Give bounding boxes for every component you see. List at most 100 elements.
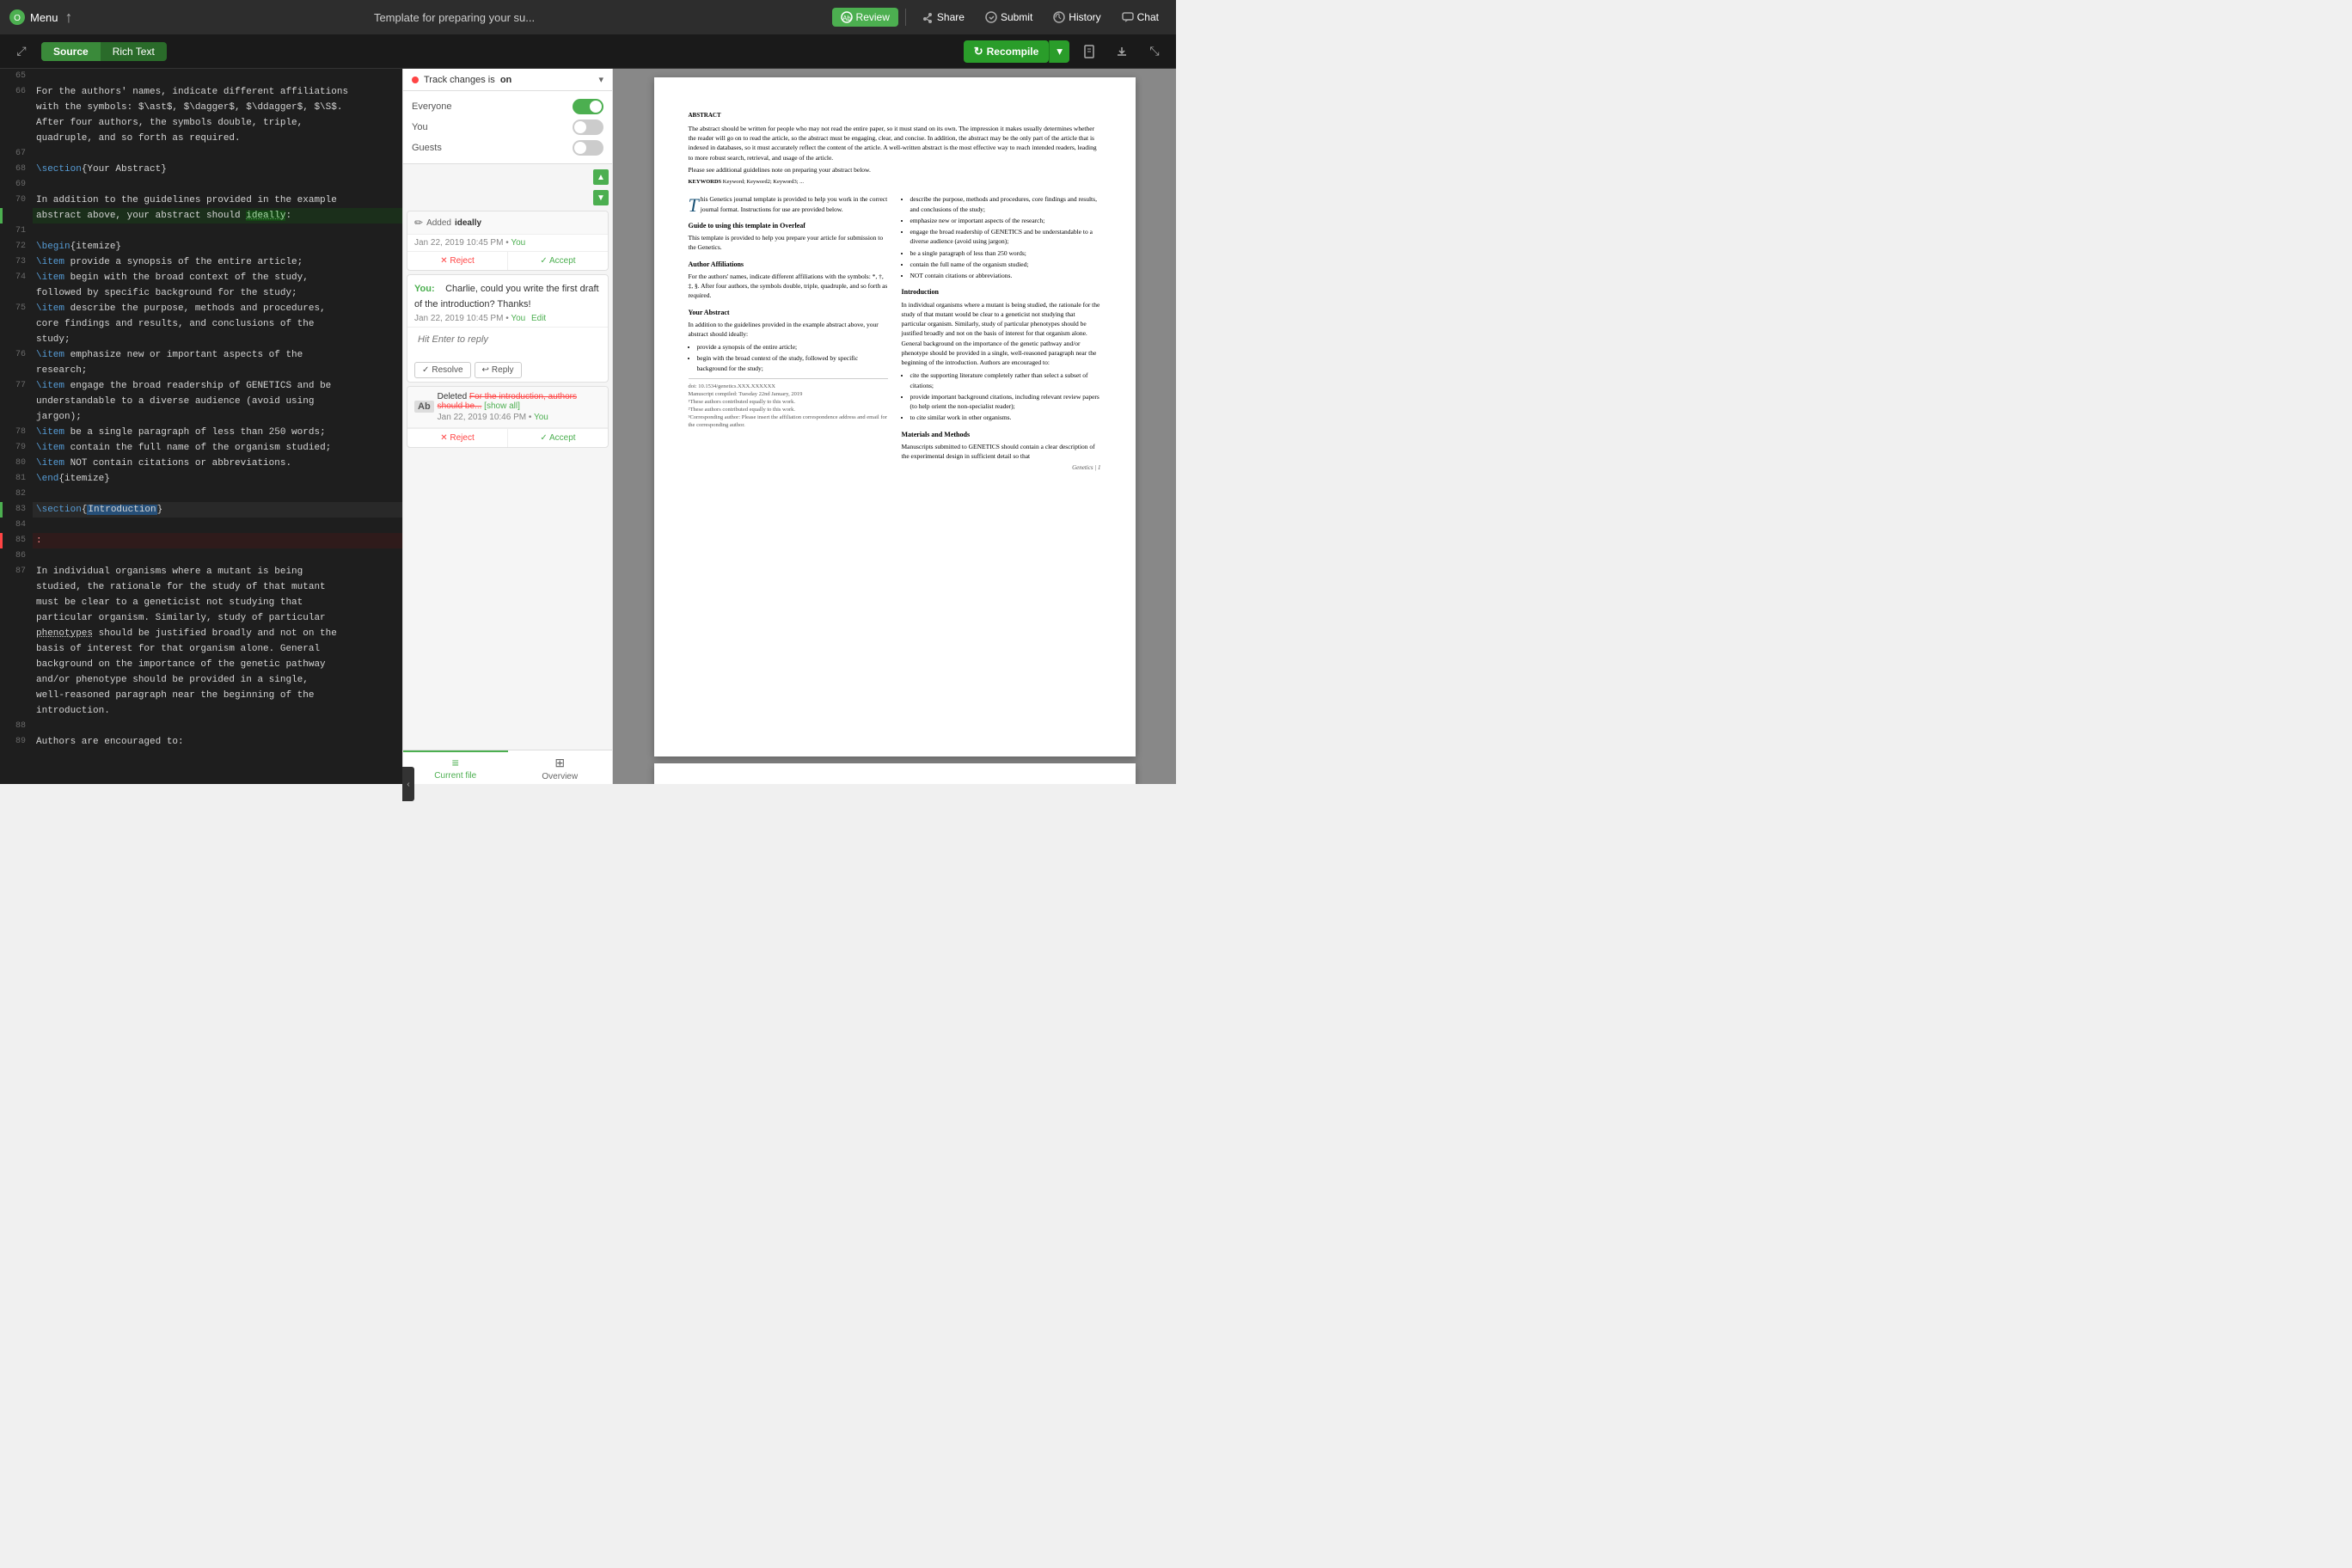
recompile-dropdown[interactable]: ▾ [1049, 40, 1069, 63]
line-row: particular organism. Similarly, study of… [0, 610, 402, 626]
line-row: jargon); [0, 409, 402, 425]
line-row: 66 For the authors' names, indicate diff… [0, 84, 402, 100]
line-row: 82 [0, 487, 402, 502]
reject-button[interactable]: ✕ Reject [407, 252, 508, 270]
bullet-item: provide important background citations, … [910, 392, 1101, 412]
line-row: abstract above, your abstract should ide… [0, 208, 402, 224]
current-file-tab[interactable]: ≡ Current file [403, 750, 508, 784]
keywords: KEYWORDS Keyword; Keyword2; Keyword3; ..… [689, 178, 1101, 186]
everyone-toggle[interactable] [573, 99, 603, 114]
pdf-page-2: the experimental analysis could be repea… [654, 763, 1136, 784]
download-btn[interactable] [1109, 39, 1135, 64]
line-row: and/or phenotype should be provided in a… [0, 672, 402, 688]
resolve-button[interactable]: ✓ Resolve [414, 362, 471, 378]
line-row: 73 \item provide a synopsis of the entir… [0, 254, 402, 270]
reject-deleted-button[interactable]: ✕ Reject [407, 429, 508, 447]
line-row: 77 \item engage the broad readership of … [0, 378, 402, 394]
collapse-right-btn[interactable]: ⤡ [1142, 39, 1167, 64]
chat-button[interactable]: Chat [1113, 8, 1167, 27]
line-row: 84 [0, 518, 402, 533]
line-row: 86 [0, 548, 402, 564]
materials-text: Manuscripts submitted to GENETICS should… [902, 442, 1101, 462]
track-dropdown[interactable]: ▾ [598, 74, 603, 85]
your-abstract-text: In addition to the guidelines provided i… [689, 320, 888, 340]
track-status-dot [412, 77, 419, 83]
menu-button[interactable]: O Menu [9, 9, 58, 26]
reply-input[interactable] [414, 331, 601, 358]
share-button[interactable]: Share [913, 8, 973, 27]
please-text: Please see additional guidelines note on… [689, 166, 1101, 175]
change-meta: Jan 22, 2019 10:45 PM • You [407, 235, 608, 251]
pdf-intro-text: This Genetics journal template is provid… [689, 194, 888, 214]
nav-up-arrow[interactable]: ▲ [593, 169, 609, 185]
menu-label: Menu [30, 11, 58, 24]
line-row: After four authors, the symbols double, … [0, 115, 402, 131]
topbar-actions: Ab Review Share Submit History Chat [832, 8, 1167, 27]
history-button[interactable]: History [1044, 8, 1109, 27]
intro-head: Introduction [902, 287, 1101, 297]
pdf-page-1: ABSTRACT The abstract should be written … [654, 77, 1136, 756]
pdf-left-col: This Genetics journal template is provid… [689, 194, 888, 473]
deleted-meta: Jan 22, 2019 10:46 PM • You [438, 413, 601, 422]
fullscreen-toggle[interactable]: ⤢ [9, 39, 34, 64]
accept-deleted-button[interactable]: ✓ Accept [508, 429, 608, 447]
back-button[interactable]: ↑ [65, 9, 73, 27]
source-tab[interactable]: Source [41, 42, 101, 61]
line-row: followed by specific background for the … [0, 285, 402, 301]
author-aff-head: Author Affiliations [689, 260, 888, 269]
line-row: 79 \item contain the full name of the or… [0, 440, 402, 456]
line-row: 68 \section{Your Abstract} [0, 162, 402, 177]
author-aff-text: For the authors' names, indicate differe… [689, 272, 888, 301]
left-expand-button[interactable]: ‹ [402, 767, 414, 801]
line-row: with the symbols: $\ast$, $\dagger$, $\d… [0, 100, 402, 115]
reply-actions: ✓ Resolve ↩ Reply [414, 362, 601, 378]
bullet-item: contain the full name of the organism st… [910, 260, 1101, 269]
abstract-label: ABSTRACT [689, 112, 1101, 120]
middle-scroll[interactable]: ▲ ▼ ✏ Added ideally Jan 22, 2019 10:45 P… [403, 164, 612, 750]
deleted-actions: ✕ Reject ✓ Accept [407, 428, 608, 447]
guests-toggle[interactable] [573, 140, 603, 156]
comment-author: You: [414, 284, 435, 294]
middle-bottom-tabs: ≡ Current file ⊞ Overview [403, 750, 612, 784]
divider [905, 9, 906, 26]
page-title: Template for preparing your su... [84, 11, 825, 24]
topbar: O Menu ↑ Template for preparing your su.… [0, 0, 1176, 34]
deleted-icon: Ab [414, 401, 434, 413]
nav-down-arrow[interactable]: ▼ [593, 190, 609, 205]
bullet-item: engage the broad readership of GENETICS … [910, 227, 1101, 247]
line-row: background on the importance of the gene… [0, 657, 402, 672]
bullet-item: provide a synopsis of the entire article… [697, 342, 888, 352]
line-row: basis of interest for that organism alon… [0, 641, 402, 657]
you-toggle[interactable] [573, 119, 603, 135]
richtext-tab[interactable]: Rich Text [101, 42, 167, 61]
reply-button[interactable]: ↩ Reply [475, 362, 522, 378]
line-row: core findings and results, and conclusio… [0, 316, 402, 332]
intro-sub-bullets: cite the supporting literature completel… [910, 371, 1101, 422]
line-row: 85 : [0, 533, 402, 548]
accept-button[interactable]: ✓ Accept [508, 252, 608, 270]
edit-link[interactable]: Edit [531, 314, 546, 323]
overview-tab[interactable]: ⊞ Overview [508, 750, 613, 784]
change-word: ideally [455, 218, 481, 228]
show-all-link[interactable]: [show all] [484, 401, 520, 411]
line-row: 76 \item emphasize new or important aspe… [0, 347, 402, 363]
comment-body: Charlie, could you write the first draft… [414, 282, 599, 313]
pdf-preview-panel[interactable]: ABSTRACT The abstract should be written … [613, 69, 1176, 784]
track-label: Track changes is on [424, 75, 593, 85]
you-label: You [412, 122, 573, 132]
svg-text:O: O [14, 14, 21, 23]
submit-button[interactable]: Submit [977, 8, 1041, 27]
review-button[interactable]: Ab Review [832, 8, 898, 27]
file-icon-btn[interactable] [1076, 39, 1102, 64]
recompile-button[interactable]: ↻ Recompile [964, 40, 1050, 63]
deleted-card-header: Ab Deleted For the introduction, authors… [407, 387, 608, 428]
source-panel[interactable]: 65 66 For the authors' names, indicate d… [0, 69, 402, 784]
bullet-item: NOT contain citations or abbreviations. [910, 271, 1101, 280]
change-actions: ✕ Reject ✓ Accept [407, 251, 608, 270]
overview-tab-icon: ⊞ [554, 756, 565, 770]
line-row: 83 \section{Introduction} [0, 502, 402, 518]
you-toggle-thumb [574, 121, 586, 133]
bullet-item: begin with the broad context of the stud… [697, 353, 888, 373]
change-type: Added [426, 218, 451, 228]
middle-area: Track changes is on ▾ Everyone You [402, 69, 613, 784]
